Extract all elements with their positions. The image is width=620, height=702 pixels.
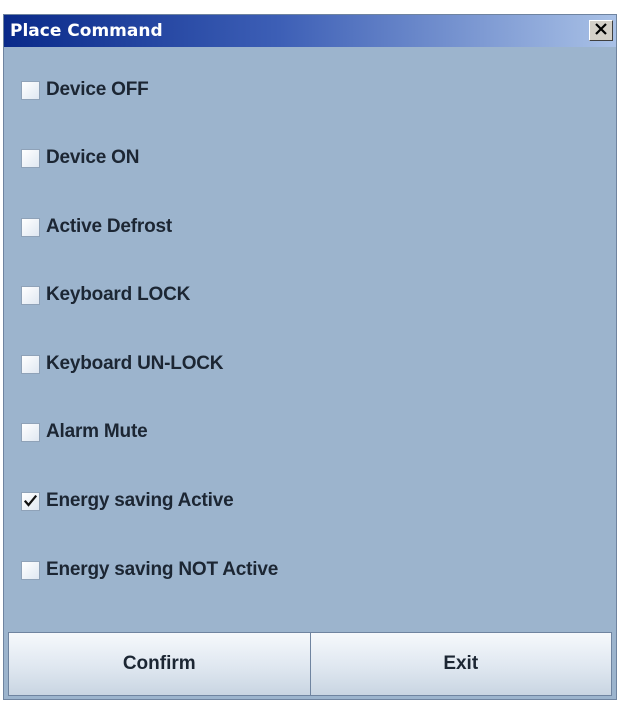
check-mark-icon	[24, 495, 37, 507]
checkbox-active-defrost[interactable]	[21, 217, 40, 237]
checkbox-keyboard-unlock[interactable]	[21, 354, 40, 374]
checkbox-alarm-mute[interactable]	[21, 422, 40, 442]
option-label: Active Defrost	[46, 216, 173, 237]
option-label: Device OFF	[46, 79, 149, 100]
option-device-off[interactable]: Device OFF	[21, 77, 149, 103]
checkbox-keyboard-lock[interactable]	[21, 285, 40, 305]
checkbox-device-on[interactable]	[21, 148, 40, 168]
option-label: Keyboard UN-LOCK	[46, 353, 224, 374]
option-energy-saving-not-active[interactable]: Energy saving NOT Active	[21, 557, 278, 583]
option-keyboard-unlock[interactable]: Keyboard UN-LOCK	[21, 351, 224, 377]
option-device-on[interactable]: Device ON	[21, 145, 139, 171]
option-keyboard-lock[interactable]: Keyboard LOCK	[21, 282, 190, 308]
checkbox-energy-saving-not-active[interactable]	[21, 560, 40, 580]
checkbox-device-off[interactable]	[21, 80, 40, 100]
window-title: Place Command	[10, 21, 163, 41]
option-label: Alarm Mute	[46, 421, 148, 442]
option-label: Energy saving NOT Active	[46, 559, 279, 580]
option-label: Device ON	[46, 147, 140, 168]
option-energy-saving-active[interactable]: Energy saving Active	[21, 488, 234, 514]
checkbox-energy-saving-active[interactable]	[21, 491, 40, 511]
confirm-button[interactable]: Confirm	[8, 632, 311, 696]
button-bar: Confirm Exit	[8, 632, 612, 696]
close-button[interactable]	[589, 20, 613, 41]
option-active-defrost[interactable]: Active Defrost	[21, 214, 172, 240]
option-alarm-mute[interactable]: Alarm Mute	[21, 419, 148, 445]
close-icon	[594, 22, 608, 40]
option-label: Energy saving Active	[46, 490, 234, 511]
exit-button[interactable]: Exit	[310, 632, 612, 696]
title-bar[interactable]: Place Command	[4, 15, 616, 47]
place-command-dialog: Place Command Device OFF Device ON Activ…	[3, 14, 617, 700]
option-label: Keyboard LOCK	[46, 284, 191, 305]
